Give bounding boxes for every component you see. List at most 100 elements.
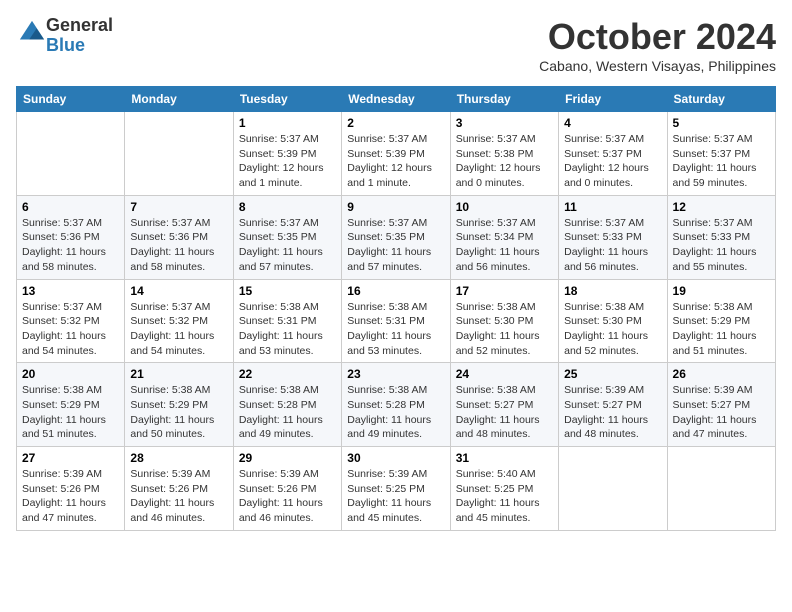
day-number: 29 xyxy=(239,451,336,465)
calendar-cell: 12 Sunrise: 5:37 AM Sunset: 5:33 PM Dayli… xyxy=(667,195,775,279)
day-info: Sunrise: 5:38 AM Sunset: 5:31 PM Dayligh… xyxy=(347,300,444,359)
calendar-cell: 16 Sunrise: 5:38 AM Sunset: 5:31 PM Dayli… xyxy=(342,279,450,363)
calendar-cell: 9 Sunrise: 5:37 AM Sunset: 5:35 PM Daylig… xyxy=(342,195,450,279)
day-info: Sunrise: 5:37 AM Sunset: 5:35 PM Dayligh… xyxy=(239,216,336,275)
title-block: October 2024 Cabano, Western Visayas, Ph… xyxy=(539,16,776,74)
day-number: 5 xyxy=(673,116,770,130)
day-number: 14 xyxy=(130,284,227,298)
calendar-cell: 17 Sunrise: 5:38 AM Sunset: 5:30 PM Dayli… xyxy=(450,279,558,363)
day-info: Sunrise: 5:38 AM Sunset: 5:29 PM Dayligh… xyxy=(673,300,770,359)
day-number: 7 xyxy=(130,200,227,214)
day-number: 4 xyxy=(564,116,661,130)
calendar-cell: 27 Sunrise: 5:39 AM Sunset: 5:26 PM Dayli… xyxy=(17,447,125,531)
day-info: Sunrise: 5:37 AM Sunset: 5:36 PM Dayligh… xyxy=(22,216,119,275)
day-info: Sunrise: 5:37 AM Sunset: 5:35 PM Dayligh… xyxy=(347,216,444,275)
day-info: Sunrise: 5:39 AM Sunset: 5:25 PM Dayligh… xyxy=(347,467,444,526)
day-info: Sunrise: 5:39 AM Sunset: 5:26 PM Dayligh… xyxy=(22,467,119,526)
day-number: 13 xyxy=(22,284,119,298)
day-number: 16 xyxy=(347,284,444,298)
day-number: 8 xyxy=(239,200,336,214)
day-info: Sunrise: 5:39 AM Sunset: 5:26 PM Dayligh… xyxy=(239,467,336,526)
calendar-week-row: 27 Sunrise: 5:39 AM Sunset: 5:26 PM Dayli… xyxy=(17,447,776,531)
day-number: 17 xyxy=(456,284,553,298)
logo-general: General xyxy=(46,15,113,35)
calendar-week-row: 20 Sunrise: 5:38 AM Sunset: 5:29 PM Dayli… xyxy=(17,363,776,447)
day-info: Sunrise: 5:38 AM Sunset: 5:28 PM Dayligh… xyxy=(347,383,444,442)
weekday-header: Friday xyxy=(559,87,667,112)
calendar-cell: 31Sunrise: 5:40 AM Sunset: 5:25 PM Dayli… xyxy=(450,447,558,531)
calendar-header-row: SundayMondayTuesdayWednesdayThursdayFrid… xyxy=(17,87,776,112)
calendar-cell: 22 Sunrise: 5:38 AM Sunset: 5:28 PM Dayli… xyxy=(233,363,341,447)
day-number: 24 xyxy=(456,367,553,381)
calendar-cell xyxy=(667,447,775,531)
day-info: Sunrise: 5:38 AM Sunset: 5:29 PM Dayligh… xyxy=(130,383,227,442)
weekday-header: Saturday xyxy=(667,87,775,112)
calendar-cell: 21Sunrise: 5:38 AM Sunset: 5:29 PM Dayli… xyxy=(125,363,233,447)
month-title: October 2024 xyxy=(539,16,776,58)
weekday-header: Sunday xyxy=(17,87,125,112)
calendar-cell xyxy=(559,447,667,531)
calendar-cell: 11 Sunrise: 5:37 AM Sunset: 5:33 PM Dayli… xyxy=(559,195,667,279)
calendar-cell: 3 Sunrise: 5:37 AM Sunset: 5:38 PM Daylig… xyxy=(450,112,558,196)
day-number: 19 xyxy=(673,284,770,298)
day-info: Sunrise: 5:37 AM Sunset: 5:38 PM Dayligh… xyxy=(456,132,553,191)
calendar-cell: 2 Sunrise: 5:37 AM Sunset: 5:39 PM Daylig… xyxy=(342,112,450,196)
day-number: 22 xyxy=(239,367,336,381)
calendar-cell: 13 Sunrise: 5:37 AM Sunset: 5:32 PM Dayli… xyxy=(17,279,125,363)
day-number: 6 xyxy=(22,200,119,214)
day-number: 20 xyxy=(22,367,119,381)
calendar-cell: 26 Sunrise: 5:39 AM Sunset: 5:27 PM Dayli… xyxy=(667,363,775,447)
day-info: Sunrise: 5:38 AM Sunset: 5:30 PM Dayligh… xyxy=(564,300,661,359)
day-number: 25 xyxy=(564,367,661,381)
day-number: 10 xyxy=(456,200,553,214)
location-title: Cabano, Western Visayas, Philippines xyxy=(539,58,776,74)
day-info: Sunrise: 5:37 AM Sunset: 5:39 PM Dayligh… xyxy=(347,132,444,191)
day-number: 1 xyxy=(239,116,336,130)
day-info: Sunrise: 5:37 AM Sunset: 5:33 PM Dayligh… xyxy=(673,216,770,275)
day-info: Sunrise: 5:37 AM Sunset: 5:39 PM Dayligh… xyxy=(239,132,336,191)
day-number: 23 xyxy=(347,367,444,381)
day-number: 27 xyxy=(22,451,119,465)
weekday-header: Thursday xyxy=(450,87,558,112)
calendar-cell: 18Sunrise: 5:38 AM Sunset: 5:30 PM Dayli… xyxy=(559,279,667,363)
day-number: 15 xyxy=(239,284,336,298)
calendar-cell: 8 Sunrise: 5:37 AM Sunset: 5:35 PM Daylig… xyxy=(233,195,341,279)
calendar-cell: 10Sunrise: 5:37 AM Sunset: 5:34 PM Dayli… xyxy=(450,195,558,279)
day-number: 28 xyxy=(130,451,227,465)
day-number: 30 xyxy=(347,451,444,465)
calendar-week-row: 1 Sunrise: 5:37 AM Sunset: 5:39 PM Daylig… xyxy=(17,112,776,196)
logo-icon xyxy=(18,19,46,47)
calendar-cell: 15Sunrise: 5:38 AM Sunset: 5:31 PM Dayli… xyxy=(233,279,341,363)
day-number: 9 xyxy=(347,200,444,214)
day-info: Sunrise: 5:39 AM Sunset: 5:26 PM Dayligh… xyxy=(130,467,227,526)
day-info: Sunrise: 5:38 AM Sunset: 5:30 PM Dayligh… xyxy=(456,300,553,359)
logo: General Blue xyxy=(16,16,113,56)
day-number: 11 xyxy=(564,200,661,214)
calendar-cell: 24 Sunrise: 5:38 AM Sunset: 5:27 PM Dayli… xyxy=(450,363,558,447)
calendar-cell: 29 Sunrise: 5:39 AM Sunset: 5:26 PM Dayli… xyxy=(233,447,341,531)
day-info: Sunrise: 5:39 AM Sunset: 5:27 PM Dayligh… xyxy=(673,383,770,442)
weekday-header: Wednesday xyxy=(342,87,450,112)
calendar-cell: 7Sunrise: 5:37 AM Sunset: 5:36 PM Daylig… xyxy=(125,195,233,279)
day-info: Sunrise: 5:37 AM Sunset: 5:33 PM Dayligh… xyxy=(564,216,661,275)
logo-blue: Blue xyxy=(46,35,85,55)
day-info: Sunrise: 5:38 AM Sunset: 5:27 PM Dayligh… xyxy=(456,383,553,442)
calendar-cell: 5Sunrise: 5:37 AM Sunset: 5:37 PM Daylig… xyxy=(667,112,775,196)
day-number: 3 xyxy=(456,116,553,130)
calendar-week-row: 13 Sunrise: 5:37 AM Sunset: 5:32 PM Dayli… xyxy=(17,279,776,363)
calendar-cell xyxy=(125,112,233,196)
calendar-cell: 30 Sunrise: 5:39 AM Sunset: 5:25 PM Dayli… xyxy=(342,447,450,531)
day-number: 26 xyxy=(673,367,770,381)
day-number: 2 xyxy=(347,116,444,130)
day-info: Sunrise: 5:37 AM Sunset: 5:37 PM Dayligh… xyxy=(564,132,661,191)
calendar-cell: 14 Sunrise: 5:37 AM Sunset: 5:32 PM Dayli… xyxy=(125,279,233,363)
day-info: Sunrise: 5:39 AM Sunset: 5:27 PM Dayligh… xyxy=(564,383,661,442)
day-number: 12 xyxy=(673,200,770,214)
day-info: Sunrise: 5:37 AM Sunset: 5:32 PM Dayligh… xyxy=(130,300,227,359)
day-info: Sunrise: 5:37 AM Sunset: 5:32 PM Dayligh… xyxy=(22,300,119,359)
calendar-cell: 19 Sunrise: 5:38 AM Sunset: 5:29 PM Dayli… xyxy=(667,279,775,363)
day-info: Sunrise: 5:38 AM Sunset: 5:28 PM Dayligh… xyxy=(239,383,336,442)
calendar-cell: 25 Sunrise: 5:39 AM Sunset: 5:27 PM Dayli… xyxy=(559,363,667,447)
day-info: Sunrise: 5:40 AM Sunset: 5:25 PM Dayligh… xyxy=(456,467,553,526)
calendar-cell xyxy=(17,112,125,196)
